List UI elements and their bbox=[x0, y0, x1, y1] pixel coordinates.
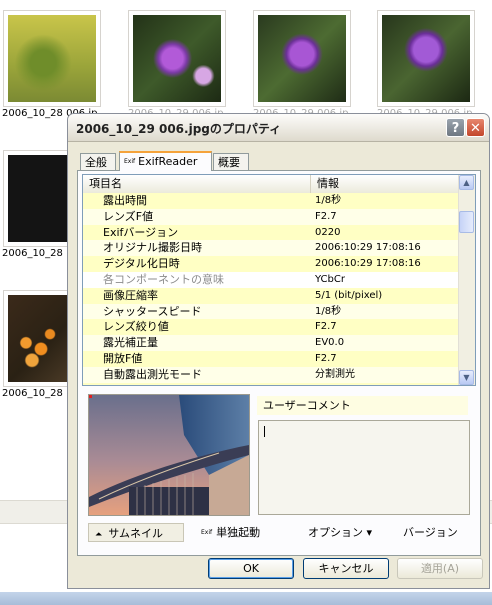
thumbnail-caption: 2006_10_28 0 bbox=[2, 388, 66, 399]
dialog-title: 2006_10_29 006.jpgのプロパティ bbox=[76, 122, 282, 136]
tab-general[interactable]: 全般 bbox=[80, 153, 116, 170]
row-name: 開放F値 bbox=[103, 351, 143, 365]
exifreader-panel: 項目名 情報 露出時間 1/8秒 レンズF値 F2.7 Exifバージョン 0220 … bbox=[77, 170, 481, 556]
thumbnail-caption: 2006_10_28 0 bbox=[2, 248, 66, 259]
chevron-down-icon: ▼ bbox=[463, 373, 470, 382]
thumbnail-button-label: サムネイル bbox=[108, 527, 163, 540]
row-name: シャッタースピード bbox=[103, 304, 202, 318]
row-name: 露光補正量 bbox=[103, 336, 158, 350]
options-menu-button[interactable]: オプション ▾ bbox=[308, 523, 372, 542]
table-row[interactable]: シャッタースピード 1/8秒 bbox=[83, 303, 461, 320]
tab-label: ExifReader bbox=[138, 155, 198, 168]
column-header-info[interactable]: 情報 bbox=[311, 175, 461, 193]
tab-exifreader[interactable]: Exif ExifReader bbox=[119, 151, 212, 171]
row-value: F2.7 bbox=[315, 321, 337, 333]
row-value: 1/8秒 bbox=[315, 305, 342, 317]
persimmon-photo bbox=[8, 295, 68, 382]
morning-glory-photo bbox=[258, 15, 346, 102]
row-name: レンズF値 bbox=[103, 209, 154, 223]
row-name: Exifバージョン bbox=[103, 225, 179, 239]
list-scrollbar[interactable]: ▲ ▼ bbox=[458, 175, 475, 385]
table-row[interactable]: 露出時間 1/8秒 bbox=[83, 193, 461, 209]
user-comment-label: ユーザーコメント bbox=[257, 396, 468, 415]
table-row[interactable]: 自動露出測光モード 分割測光 bbox=[83, 366, 461, 383]
table-row[interactable]: 各コンポーネントの意味 YCbCr bbox=[83, 271, 461, 288]
tab-label: 概要 bbox=[218, 156, 240, 169]
dialog-titlebar[interactable]: 2006_10_29 006.jpgのプロパティ ? ✕ bbox=[68, 114, 489, 142]
goldenrod-photo bbox=[8, 15, 96, 102]
list-header: 項目名 情報 bbox=[83, 175, 461, 194]
dark-photo bbox=[8, 155, 68, 242]
user-comment-field[interactable] bbox=[258, 420, 470, 515]
row-name: 画像圧縮率 bbox=[103, 288, 158, 302]
scroll-down-button[interactable]: ▼ bbox=[459, 370, 474, 385]
thumbnail-persimmons[interactable] bbox=[3, 290, 68, 387]
row-name: 露出時間 bbox=[103, 194, 147, 207]
row-name: オリジナル撮影日時 bbox=[103, 241, 202, 255]
version-button-label: バージョン bbox=[403, 526, 458, 539]
tab-summary[interactable]: 概要 bbox=[213, 153, 249, 170]
row-value: 2006:10:29 17:08:16 bbox=[315, 242, 421, 254]
table-row[interactable]: Exifバージョン 0220 bbox=[83, 224, 461, 241]
scrollbar-thumb[interactable] bbox=[459, 211, 474, 233]
help-icon: ? bbox=[451, 121, 460, 136]
scroll-up-button[interactable]: ▲ bbox=[459, 175, 474, 190]
exif-icon: Exif bbox=[201, 529, 213, 536]
standalone-button-label: 単独起動 bbox=[216, 526, 261, 539]
row-name: デジタル化日時 bbox=[103, 257, 180, 271]
morning-glory-photo bbox=[382, 15, 470, 102]
apply-button[interactable]: 適用(A) bbox=[397, 558, 483, 579]
table-row[interactable]: 露光補正量 EV0.0 bbox=[83, 335, 461, 351]
row-value: 1/8秒 bbox=[315, 195, 342, 206]
exif-icon: Exif bbox=[124, 158, 136, 165]
row-value: YCbCr bbox=[315, 273, 345, 285]
standalone-launch-button[interactable]: Exif 単独起動 bbox=[201, 523, 260, 542]
table-row[interactable]: レンズF値 F2.7 bbox=[83, 208, 461, 225]
morning-glory-photo bbox=[133, 15, 221, 102]
thumbnail-preview bbox=[88, 394, 250, 516]
table-row[interactable]: オリジナル撮影日時 2006:10:29 17:08:16 bbox=[83, 240, 461, 257]
version-button[interactable]: バージョン bbox=[403, 523, 458, 542]
row-name: レンズ絞り値 bbox=[103, 320, 169, 334]
close-button[interactable]: ✕ bbox=[466, 118, 485, 137]
list-rows: 露出時間 1/8秒 レンズF値 F2.7 Exifバージョン 0220 オリジナル撮影… bbox=[83, 193, 461, 385]
exif-list[interactable]: 項目名 情報 露出時間 1/8秒 レンズF値 F2.7 Exifバージョン 0220 … bbox=[82, 174, 476, 386]
close-icon: ✕ bbox=[470, 121, 481, 136]
double-chevron-up-icon: ⏶ bbox=[95, 530, 103, 540]
bridge-photo bbox=[89, 395, 249, 515]
cancel-button[interactable]: キャンセル bbox=[303, 558, 389, 579]
thumbnail-goldenrod[interactable] bbox=[3, 10, 101, 107]
text-caret bbox=[264, 426, 265, 437]
panel-toolbar: ⏶ サムネイル Exif 単独起動 オプション ▾ バージョン bbox=[78, 519, 480, 545]
table-row[interactable]: 画像圧縮率 5/1 (bit/pixel) bbox=[83, 287, 461, 304]
row-name: 各コンポーネントの意味 bbox=[103, 272, 224, 286]
thumbnail-dark[interactable] bbox=[3, 150, 68, 247]
table-row[interactable] bbox=[83, 382, 461, 385]
table-row[interactable]: デジタル化日時 2006:10:29 17:08:16 bbox=[83, 256, 461, 272]
row-value: F2.7 bbox=[315, 352, 337, 364]
thumbnail-morning-glory-1[interactable] bbox=[128, 10, 226, 107]
tab-label: 全般 bbox=[85, 156, 107, 169]
row-value: 2006:10:29 17:08:16 bbox=[315, 258, 421, 270]
chevron-up-icon: ▲ bbox=[463, 178, 470, 187]
taskbar bbox=[0, 592, 492, 605]
thumbnail-morning-glory-3[interactable] bbox=[377, 10, 475, 107]
row-value: EV0.0 bbox=[315, 337, 345, 349]
row-value: F2.7 bbox=[315, 210, 337, 222]
properties-dialog: 2006_10_29 006.jpgのプロパティ ? ✕ 全般 Exif Exif… bbox=[67, 113, 490, 589]
ok-button[interactable]: OK bbox=[208, 558, 294, 579]
thumbnail-morning-glory-2[interactable] bbox=[253, 10, 351, 107]
table-row[interactable]: 開放F値 F2.7 bbox=[83, 350, 461, 367]
row-name: 自動露出測光モード bbox=[103, 367, 202, 381]
thumbnail-toggle-button[interactable]: ⏶ サムネイル bbox=[88, 523, 184, 542]
options-menu-label: オプション ▾ bbox=[308, 526, 373, 539]
table-row[interactable]: レンズ絞り値 F2.7 bbox=[83, 319, 461, 336]
row-value: 5/1 (bit/pixel) bbox=[315, 289, 383, 301]
row-value: 0220 bbox=[315, 226, 341, 238]
help-button[interactable]: ? bbox=[446, 118, 465, 137]
row-value: 分割測光 bbox=[315, 368, 355, 380]
column-header-name[interactable]: 項目名 bbox=[83, 175, 311, 193]
